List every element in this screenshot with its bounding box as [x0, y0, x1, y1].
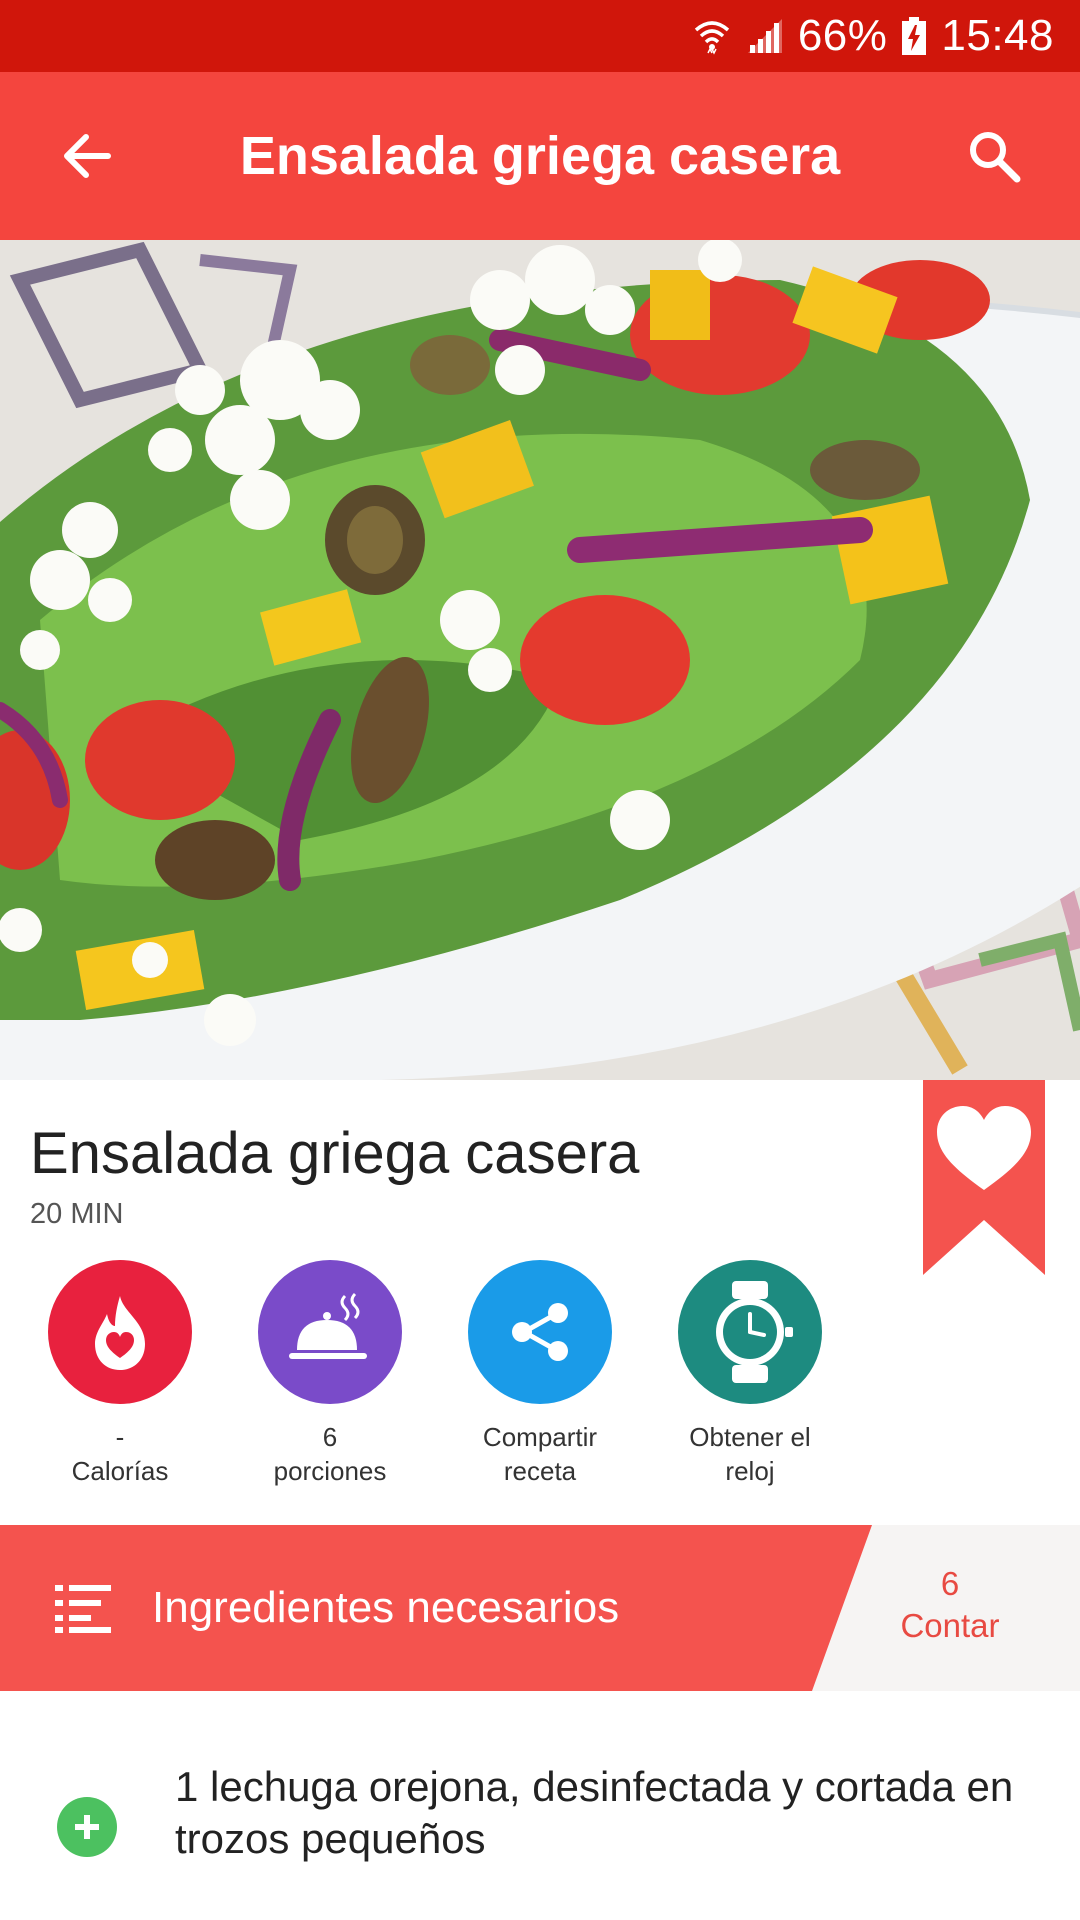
share-label-line2: receta: [503, 1456, 577, 1486]
flame-heart-icon: [48, 1260, 192, 1404]
ingredients-header: Ingredientes necesarios 6 Contar: [0, 1525, 1080, 1691]
app-bar: Ensalada griega casera: [0, 72, 1080, 240]
calories-label: Calorías: [71, 1456, 169, 1486]
plus-icon: [75, 1815, 99, 1839]
ingredients-count-button[interactable]: 6 Contar: [880, 1563, 1020, 1647]
watch-icon: [678, 1260, 822, 1404]
search-icon[interactable]: [954, 116, 1034, 196]
share-label-line1: Compartir: [482, 1422, 598, 1452]
add-ingredient-button[interactable]: [57, 1797, 117, 1857]
battery-percent: 66%: [797, 11, 888, 60]
ingredients-list: 1 lechuga orejona, desinfectada y cortad…: [0, 1691, 1080, 1920]
share-recipe-action[interactable]: Compartir receta: [435, 1260, 645, 1488]
recipe-photo: [0, 240, 1080, 1080]
battery-charging-icon: [901, 16, 927, 56]
share-icon: [468, 1260, 612, 1404]
wifi-icon: [692, 16, 732, 56]
ingredients-count-label: Contar: [900, 1607, 1000, 1644]
serving-dish-icon: [258, 1260, 402, 1404]
favorite-bookmark[interactable]: [923, 1080, 1045, 1275]
status-bar: 66% 15:48: [0, 0, 1080, 72]
list-icon: [55, 1583, 111, 1633]
ingredients-count: 6: [940, 1565, 960, 1602]
calories-value: -: [115, 1422, 125, 1452]
portions-label: porciones: [273, 1456, 387, 1486]
recipe-title: Ensalada griega casera: [30, 1121, 640, 1186]
portions-value: 6: [322, 1422, 338, 1452]
clock: 15:48: [941, 11, 1054, 60]
get-watch-action[interactable]: Obtener el reloj: [645, 1260, 855, 1488]
signal-icon: [746, 17, 784, 55]
watch-label-line2: reloj: [725, 1456, 775, 1486]
portions-action[interactable]: 6 porciones: [225, 1260, 435, 1488]
ingredients-title: Ingredientes necesarios: [152, 1583, 620, 1632]
ingredient-text: 1 lechuga orejona, desinfectada y cortad…: [175, 1763, 1014, 1862]
recipe-time: 20 MIN: [30, 1198, 124, 1230]
app-bar-title: Ensalada griega casera: [239, 126, 841, 186]
recipe-info-card: Ensalada griega casera 20 MIN - Calorías: [0, 1080, 1080, 1525]
watch-label-line1: Obtener el: [689, 1422, 811, 1452]
calories-action[interactable]: - Calorías: [15, 1260, 225, 1488]
